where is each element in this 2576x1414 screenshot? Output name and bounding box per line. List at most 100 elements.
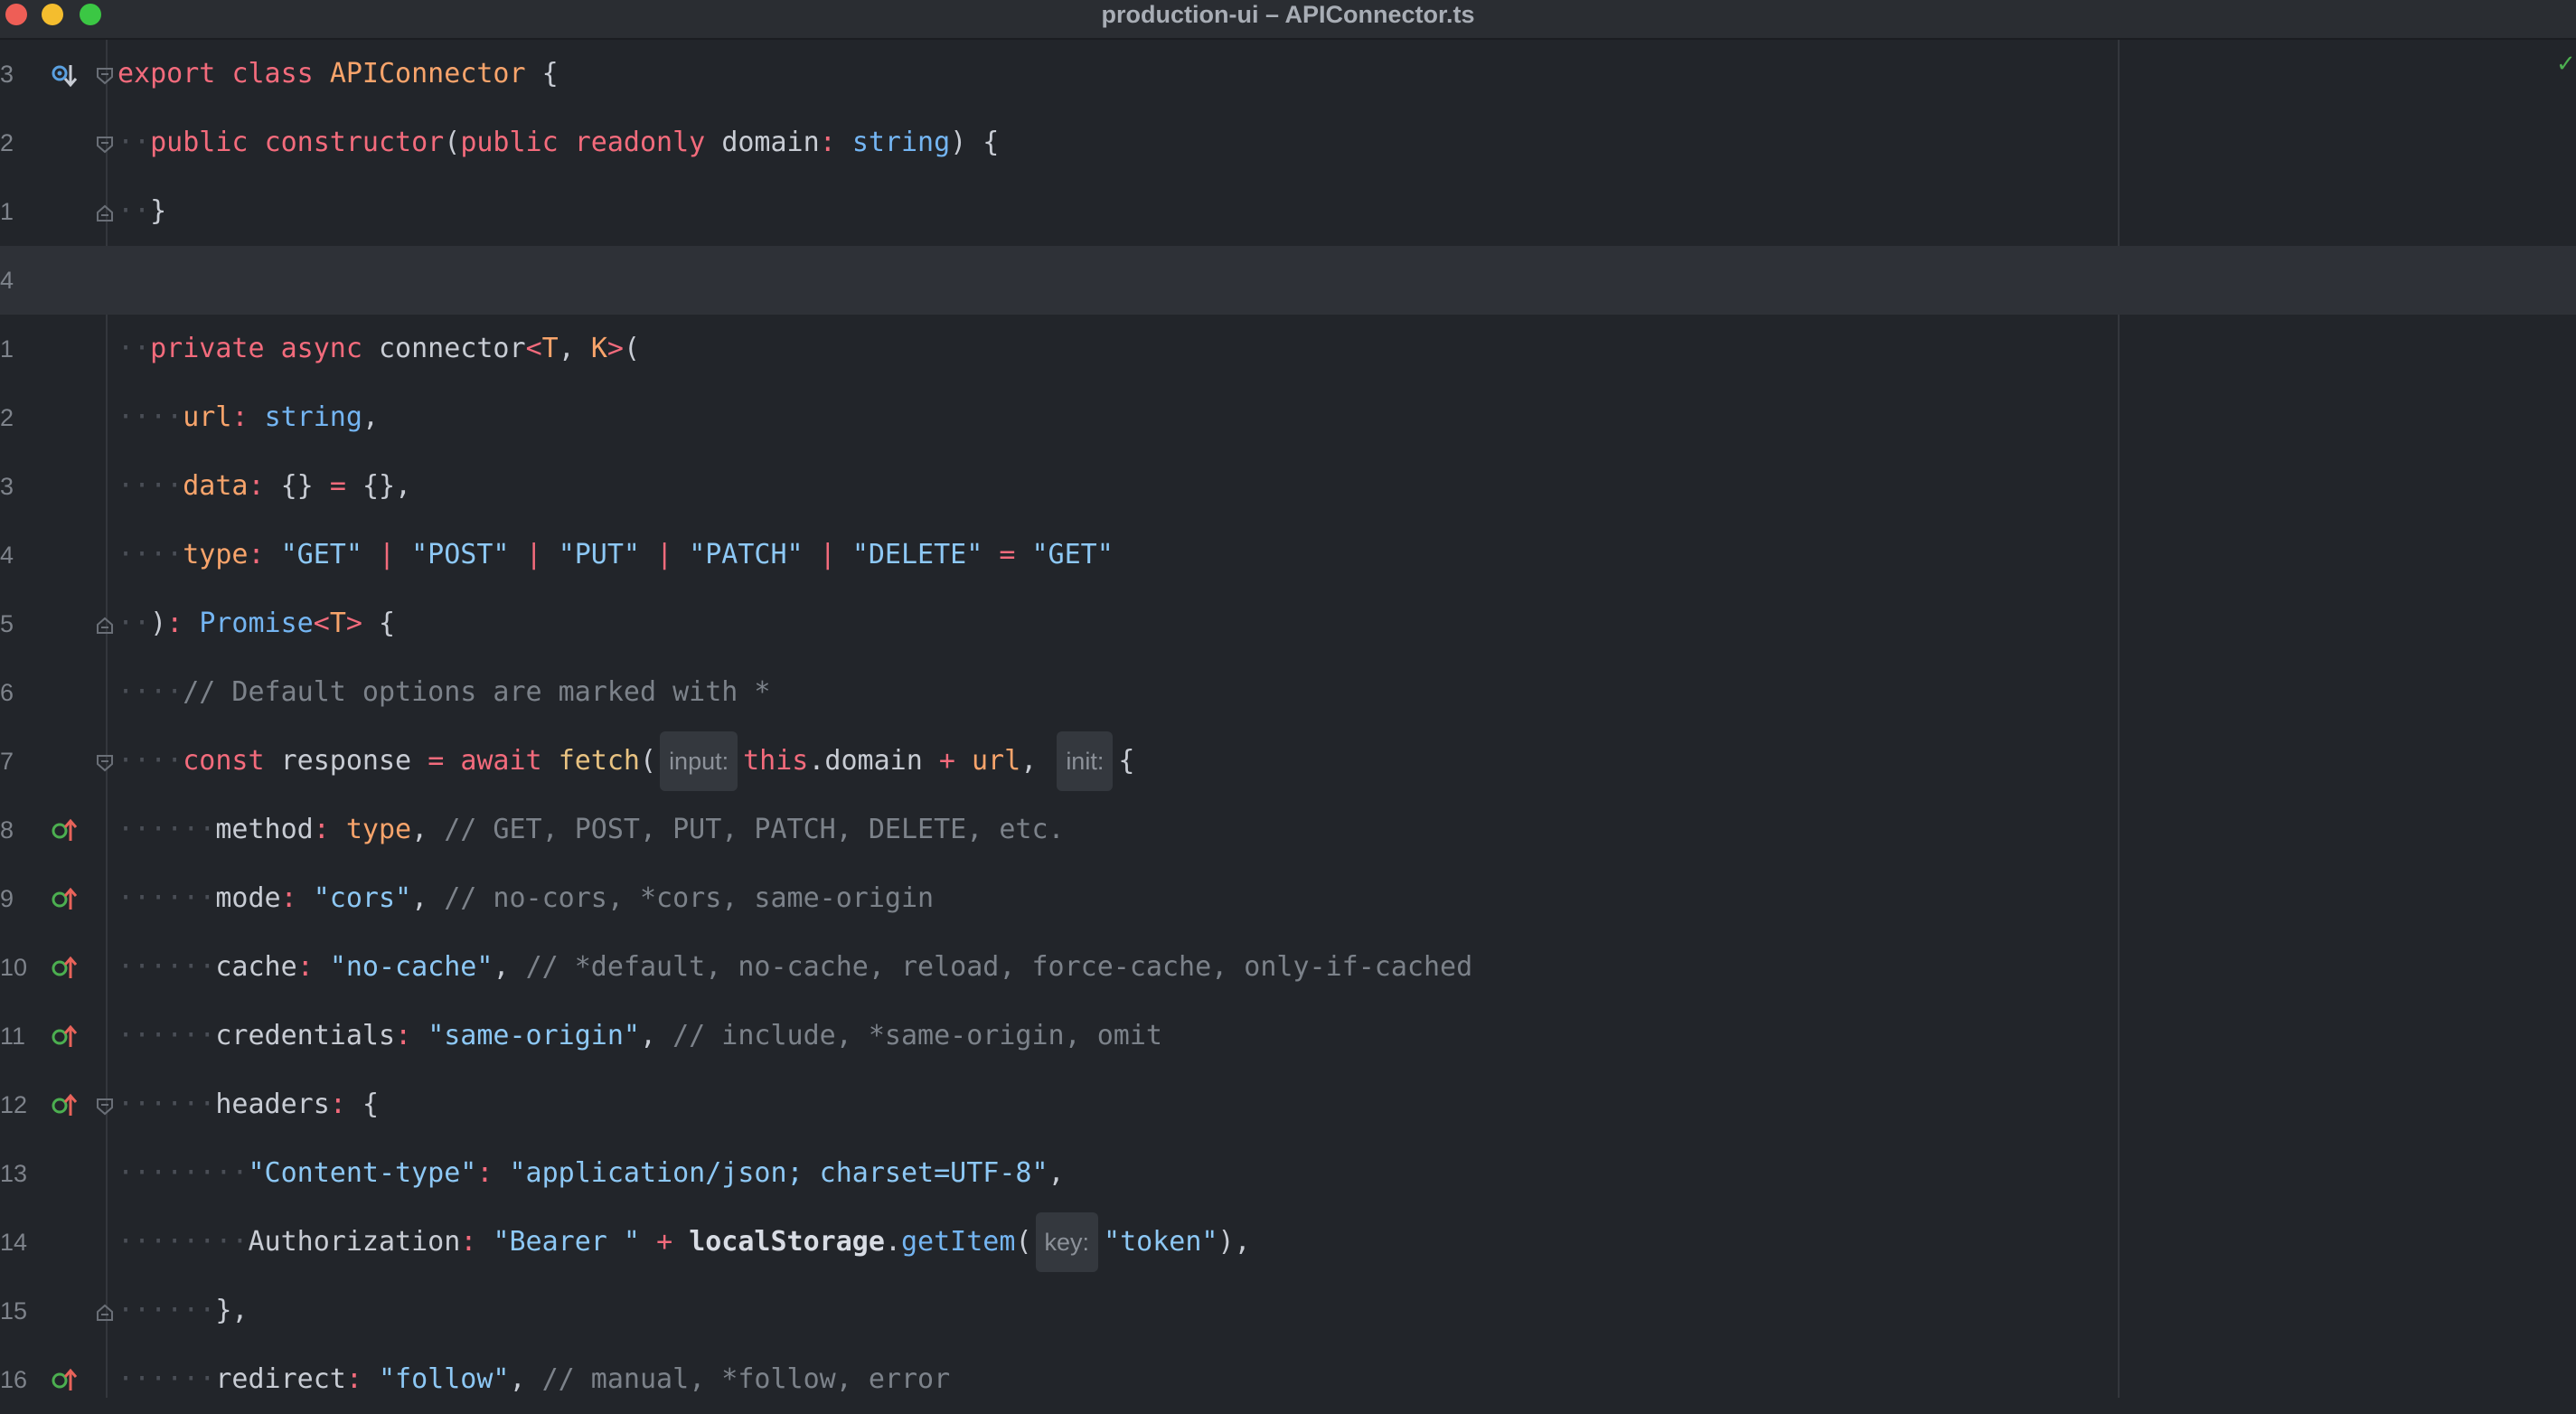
code-line[interactable]: 4 ····type: "GET" | "POST" | "PUT" | "PAT… bbox=[0, 521, 2576, 589]
override-method-icon[interactable] bbox=[51, 1092, 78, 1119]
fold-collapse-icon[interactable] bbox=[95, 66, 115, 86]
line-number[interactable]: 8 bbox=[0, 796, 33, 864]
code-editor[interactable]: ✓ 3 export class APIConnector {2 ··public … bbox=[0, 40, 2576, 1398]
code-content[interactable]: ····url: string, bbox=[118, 383, 379, 452]
code-content[interactable]: ······redirect: "follow", // manual, *fo… bbox=[118, 1345, 950, 1414]
line-number[interactable]: 2 bbox=[0, 108, 33, 177]
code-line[interactable]: 3 export class APIConnector { bbox=[0, 40, 2576, 108]
code-content[interactable]: ········"Content-type": "application/jso… bbox=[118, 1139, 1065, 1208]
line-number[interactable]: 16 bbox=[0, 1345, 33, 1414]
code-line[interactable]: 11 ······credentials: "same-origin", // i… bbox=[0, 1002, 2576, 1070]
code-content[interactable]: ······headers: { bbox=[118, 1070, 379, 1139]
code-token: , bbox=[558, 333, 591, 364]
line-number[interactable]: 3 bbox=[0, 452, 33, 521]
code-line[interactable]: 2 ····url: string, bbox=[0, 383, 2576, 452]
line-number[interactable]: 1 bbox=[0, 315, 33, 383]
code-token: > bbox=[345, 608, 362, 639]
code-token: headers bbox=[215, 1089, 330, 1120]
code-content[interactable]: ··private async connector<T, K>( bbox=[118, 315, 640, 383]
line-number[interactable]: 3 bbox=[0, 40, 33, 108]
line-number[interactable]: 2 bbox=[0, 383, 33, 452]
line-number[interactable]: 11 bbox=[0, 1002, 33, 1070]
code-content[interactable]: ······method: type, // GET, POST, PUT, P… bbox=[118, 796, 1065, 864]
code-token: "token" bbox=[1104, 1226, 1218, 1258]
line-number[interactable]: 4 bbox=[0, 246, 33, 315]
fold-end-icon[interactable] bbox=[95, 203, 115, 223]
code-line[interactable]: 7 ····const response = await fetch(input:… bbox=[0, 727, 2576, 796]
code-line[interactable]: 4 bbox=[0, 246, 2576, 315]
code-token: "application/json; charset=UTF-8" bbox=[509, 1157, 1048, 1189]
code-content[interactable]: ··): Promise<T> { bbox=[118, 589, 395, 658]
code-token: = bbox=[428, 745, 461, 777]
line-number[interactable]: 6 bbox=[0, 658, 33, 727]
code-line[interactable]: 2 ··public constructor(public readonly do… bbox=[0, 108, 2576, 177]
code-token: private bbox=[150, 333, 281, 364]
line-number[interactable]: 1 bbox=[0, 177, 33, 246]
code-token: // GET, POST, PUT, PATCH, DELETE, etc. bbox=[444, 814, 1065, 845]
code-token: > bbox=[606, 333, 624, 364]
code-token: {} bbox=[280, 470, 330, 502]
line-number[interactable]: 9 bbox=[0, 864, 33, 933]
code-content[interactable]: export class APIConnector { bbox=[118, 40, 559, 108]
parameter-hint: key: bbox=[1035, 1212, 1099, 1272]
code-line[interactable]: 1 ··} bbox=[0, 177, 2576, 246]
code-token: + bbox=[938, 745, 972, 777]
indent-guide: ········ bbox=[118, 1226, 249, 1258]
override-method-icon[interactable] bbox=[51, 955, 78, 982]
line-number[interactable]: 7 bbox=[0, 727, 33, 796]
code-line[interactable]: 10 ······cache: "no-cache", // *default, … bbox=[0, 933, 2576, 1002]
line-number[interactable]: 4 bbox=[0, 521, 33, 589]
fold-collapse-icon[interactable] bbox=[95, 1097, 115, 1117]
line-number[interactable]: 10 bbox=[0, 933, 33, 1002]
code-line[interactable]: 15 ······}, bbox=[0, 1277, 2576, 1345]
line-number[interactable]: 13 bbox=[0, 1139, 33, 1208]
code-token: T bbox=[541, 333, 559, 364]
fold-end-icon[interactable] bbox=[95, 616, 115, 636]
code-token: Authorization bbox=[248, 1226, 461, 1258]
code-line[interactable]: 14 ········Authorization: "Bearer " + loc… bbox=[0, 1208, 2576, 1277]
code-line[interactable]: 5 ··): Promise<T> { bbox=[0, 589, 2576, 658]
fold-collapse-icon[interactable] bbox=[95, 753, 115, 773]
implemented-arrow-icon[interactable] bbox=[51, 61, 78, 89]
override-method-icon[interactable] bbox=[51, 817, 78, 844]
code-content[interactable]: ······mode: "cors", // no-cors, *cors, s… bbox=[118, 864, 934, 933]
code-token: T bbox=[329, 608, 346, 639]
code-line[interactable]: 3 ····data: {} = {}, bbox=[0, 452, 2576, 521]
code-token: : bbox=[329, 1089, 362, 1120]
code-content[interactable]: ··} bbox=[118, 177, 166, 246]
line-number[interactable]: 12 bbox=[0, 1070, 33, 1139]
override-method-icon[interactable] bbox=[51, 1367, 78, 1394]
override-method-icon[interactable] bbox=[51, 886, 78, 913]
code-token: redirect bbox=[215, 1363, 346, 1395]
code-token: "follow" bbox=[379, 1363, 510, 1395]
code-line[interactable]: 13 ········"Content-type": "application/j… bbox=[0, 1139, 2576, 1208]
code-token: , bbox=[362, 401, 379, 433]
code-token: "Content-type" bbox=[248, 1157, 477, 1189]
code-content[interactable]: ····const response = await fetch(input: t… bbox=[118, 727, 1134, 796]
line-number[interactable]: 14 bbox=[0, 1208, 33, 1277]
code-line[interactable]: 12 ······headers: { bbox=[0, 1070, 2576, 1139]
code-token: ( bbox=[444, 127, 461, 158]
code-content[interactable]: ······}, bbox=[118, 1277, 249, 1345]
code-line[interactable]: 16 ······redirect: "follow", // manual, *… bbox=[0, 1345, 2576, 1414]
code-content[interactable]: ······credentials: "same-origin", // inc… bbox=[118, 1002, 1162, 1070]
code-line[interactable]: 6 ····// Default options are marked with … bbox=[0, 658, 2576, 727]
code-content[interactable]: ······cache: "no-cache", // *default, no… bbox=[118, 933, 1472, 1002]
code-token: : bbox=[166, 608, 200, 639]
code-content[interactable]: ··public constructor(public readonly dom… bbox=[118, 108, 999, 177]
line-number[interactable]: 5 bbox=[0, 589, 33, 658]
code-content[interactable]: ····data: {} = {}, bbox=[118, 452, 411, 521]
fold-collapse-icon[interactable] bbox=[95, 135, 115, 155]
code-token: : bbox=[296, 951, 330, 983]
fold-end-icon[interactable] bbox=[95, 1303, 115, 1323]
code-line[interactable]: 9 ······mode: "cors", // no-cors, *cors, … bbox=[0, 864, 2576, 933]
code-content[interactable]: ········Authorization: "Bearer " + local… bbox=[118, 1208, 1251, 1277]
code-line[interactable]: 8 ······method: type, // GET, POST, PUT, … bbox=[0, 796, 2576, 864]
code-line[interactable]: 1 ··private async connector<T, K>( bbox=[0, 315, 2576, 383]
code-content[interactable]: ····// Default options are marked with * bbox=[118, 658, 770, 727]
line-number[interactable]: 15 bbox=[0, 1277, 33, 1345]
override-method-icon[interactable] bbox=[51, 1023, 78, 1051]
code-token: ), bbox=[1217, 1226, 1251, 1258]
code-content[interactable]: ····type: "GET" | "POST" | "PUT" | "PATC… bbox=[118, 521, 1114, 589]
indent-guide: ······ bbox=[118, 1089, 216, 1120]
